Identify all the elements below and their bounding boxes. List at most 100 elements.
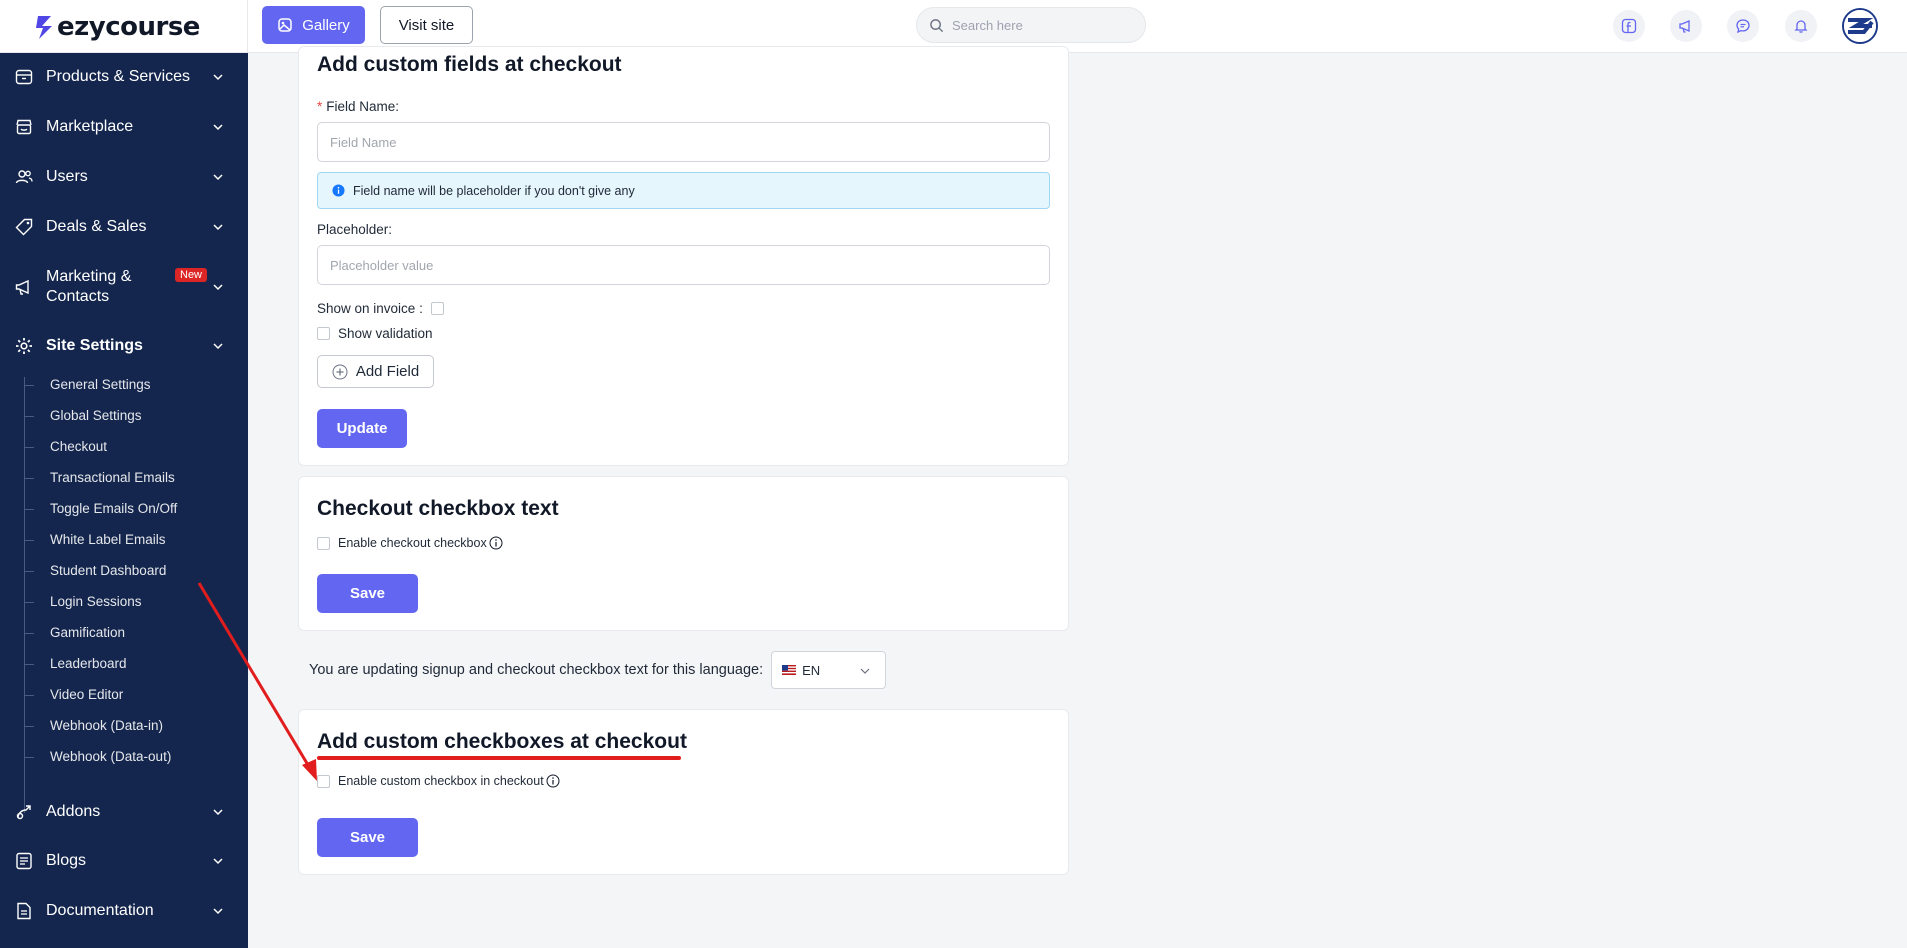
submenu-item-toggle-emails[interactable]: Toggle Emails On/Off: [50, 501, 177, 516]
submenu-tick: [24, 447, 34, 448]
chevron-down-icon: [213, 284, 223, 291]
custom-fields-card: Add custom fields at checkout * Field Nam…: [298, 46, 1069, 466]
update-label: Update: [336, 420, 388, 437]
annotation-underline: [317, 756, 681, 760]
field-name-field[interactable]: [317, 122, 1050, 162]
search-box[interactable]: [916, 7, 1146, 43]
submenu-item-checkout[interactable]: Checkout: [50, 439, 107, 454]
gallery-button[interactable]: Gallery: [262, 6, 365, 44]
info-icon: [332, 184, 345, 197]
sidebar-item-label: Deals & Sales: [46, 218, 147, 235]
submenu-tick: [24, 540, 34, 541]
sidebar-item-label: Site Settings: [46, 337, 143, 354]
gear-icon: [16, 338, 32, 354]
placeholder-field[interactable]: [317, 245, 1050, 285]
brand-name: ezycourse: [57, 11, 200, 42]
submenu-tick: [24, 757, 34, 758]
plus-circle-icon: [332, 364, 348, 379]
checkbox-text-save-button[interactable]: Save: [317, 574, 418, 613]
sidebar-item-label: Marketplace: [46, 118, 134, 135]
chevron-down-icon: [213, 74, 223, 81]
language-prompt: You are updating signup and checkout che…: [309, 662, 764, 678]
sidebar-item-documentation[interactable]: Documentation: [0, 891, 248, 931]
show-on-invoice-text: Show on invoice: [317, 301, 416, 316]
sidebar-item-marketplace[interactable]: Marketplace: [0, 107, 248, 147]
show-validation-row: Show validation: [317, 326, 433, 341]
notifications-button[interactable]: [1785, 10, 1817, 42]
chat-icon: [1736, 19, 1750, 34]
submenu-item-transactional-emails[interactable]: Transactional Emails: [50, 470, 175, 485]
placeholder-label-text: Placeholder: [317, 222, 389, 237]
sidebar-item-label: Marketing & Contacts: [46, 268, 132, 305]
submenu-tick: [24, 509, 34, 510]
placeholder-input[interactable]: [318, 246, 1049, 284]
submenu-item-gamification[interactable]: Gamification: [50, 625, 125, 640]
enable-checkout-checkbox[interactable]: [317, 536, 330, 550]
chevron-down-icon: [860, 668, 870, 674]
sidebar-item-label: Products & Services: [46, 68, 191, 85]
info-text: Field name will be placeholder if you do…: [353, 183, 635, 198]
language-row: You are updating signup and checkout che…: [309, 651, 887, 689]
add-field-label: Add Field: [355, 363, 420, 380]
logo-icon: [36, 15, 52, 39]
custom-checkboxes-save-button[interactable]: Save: [317, 818, 418, 857]
language-select[interactable]: EN: [771, 651, 887, 689]
chat-button[interactable]: [1727, 10, 1759, 42]
enable-custom-checkbox[interactable]: [317, 774, 330, 788]
info-alert: Field name will be placeholder if you do…: [317, 172, 1050, 209]
sidebar-item-label: Users: [46, 168, 88, 185]
facebook-button[interactable]: [1613, 10, 1645, 42]
sidebar-item-addons[interactable]: Addons: [0, 792, 248, 832]
label-colon: :: [388, 222, 393, 237]
logo[interactable]: ezycourse: [0, 0, 248, 53]
field-name-label: * Field Name:: [317, 99, 399, 114]
tag-icon: [15, 218, 33, 236]
megaphone-icon: [15, 279, 29, 295]
submenu-item-general-settings[interactable]: General Settings: [50, 377, 151, 392]
submenu-tick: [24, 695, 34, 696]
sidebar-item-products[interactable]: Products & Services: [0, 57, 248, 97]
label-colon: :: [395, 99, 400, 114]
show-on-invoice-checkbox[interactable]: [430, 302, 444, 315]
gallery-icon: [278, 18, 292, 32]
megaphone-icon: [1679, 20, 1690, 33]
doc-icon: [17, 902, 31, 920]
submenu-item-webhook-in[interactable]: Webhook (Data-in): [50, 718, 163, 733]
show-on-invoice-row: Show on invoice :: [317, 301, 444, 316]
sidebar-item-marketing[interactable]: Marketing & Contacts New: [0, 264, 248, 310]
enable-checkout-checkbox-label: Enable checkout checkbox: [338, 536, 487, 550]
language-value: EN: [802, 662, 821, 678]
submenu-item-global-settings[interactable]: Global Settings: [50, 408, 142, 423]
show-on-invoice-label: Show on invoice :: [317, 301, 423, 316]
sidebar-item-site-settings[interactable]: Site Settings: [0, 326, 248, 366]
info-icon[interactable]: [489, 536, 503, 550]
add-field-button[interactable]: Add Field: [317, 355, 434, 388]
submenu-item-white-label-emails[interactable]: White Label Emails: [50, 532, 166, 547]
submenu-tick: [24, 571, 34, 572]
checkout-checkbox-card: Checkout checkbox text Enable checkout c…: [298, 476, 1069, 631]
submenu-item-leaderboard[interactable]: Leaderboard: [50, 656, 127, 671]
submenu-item-student-dashboard[interactable]: Student Dashboard: [50, 563, 166, 578]
search-input[interactable]: [952, 17, 1122, 33]
chevron-down-icon: [213, 809, 223, 816]
show-validation-checkbox[interactable]: [317, 327, 330, 340]
field-name-label-text: Field Name: [326, 99, 396, 114]
checkout-checkbox-title: Checkout checkbox text: [317, 497, 559, 520]
submenu-item-webhook-out[interactable]: Webhook (Data-out): [50, 749, 171, 764]
avatar-icon: [1844, 10, 1876, 42]
chevron-down-icon: [213, 174, 223, 181]
submenu-tick: [24, 478, 34, 479]
info-icon[interactable]: [546, 774, 560, 788]
sidebar-item-deals[interactable]: Deals & Sales: [0, 207, 248, 247]
submenu-tick: [24, 385, 34, 386]
avatar[interactable]: [1842, 8, 1878, 44]
custom-checkboxes-card: Add custom checkboxes at checkout Enable…: [298, 709, 1069, 875]
visit-site-button[interactable]: Visit site: [380, 6, 473, 44]
announcement-button[interactable]: [1670, 10, 1702, 42]
submenu-item-video-editor[interactable]: Video Editor: [50, 687, 123, 702]
sidebar-item-users[interactable]: Users: [0, 157, 248, 197]
update-button[interactable]: Update: [317, 409, 407, 448]
submenu-item-login-sessions[interactable]: Login Sessions: [50, 594, 142, 609]
field-name-input[interactable]: [318, 123, 1049, 161]
sidebar-item-blogs[interactable]: Blogs: [0, 841, 248, 881]
